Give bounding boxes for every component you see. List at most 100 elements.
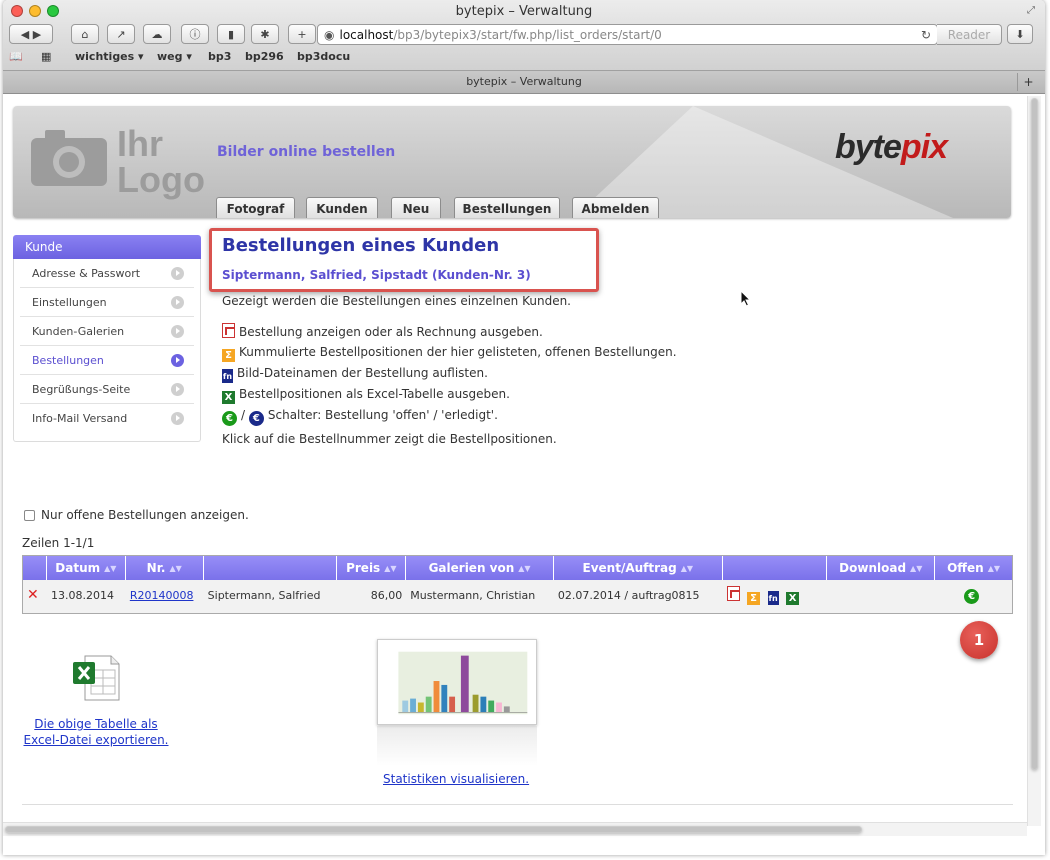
column-label: Nr.: [146, 561, 166, 575]
checkbox[interactable]: [24, 509, 35, 521]
column-header-download[interactable]: Download ▲▼: [827, 556, 936, 581]
sidebar-item-adresse[interactable]: Adresse & Passwort: [20, 259, 194, 288]
statistics-link[interactable]: Statistiken visualisieren.: [383, 772, 529, 786]
legend-fn: fn Bild-Dateinamen der Bestellung auflist…: [222, 366, 488, 383]
euro-open-icon[interactable]: €: [964, 588, 980, 604]
page-title: Bestellungen eines Kunden: [222, 235, 500, 256]
column-header: [204, 556, 338, 580]
column-label: Datum: [55, 561, 101, 575]
sort-icon[interactable]: ▲▼: [910, 557, 922, 581]
statistics-thumbnail[interactable]: [377, 639, 537, 725]
camera-icon: [31, 130, 107, 186]
new-tab-icon[interactable]: +: [1017, 73, 1039, 91]
sort-icon[interactable]: ▲▼: [104, 557, 116, 581]
title-bar: bytepix – Verwaltung ⤢ ◀ ▶ ⌂ ↗ ☁ ⓘ ▮ ✱ +…: [3, 0, 1045, 72]
logo-text: Ihr Logo: [117, 126, 205, 198]
divider: [22, 804, 1013, 805]
column-header: [723, 556, 828, 580]
legend-text: Bestellpositionen als Excel-Tabelle ausg…: [239, 387, 510, 401]
horizontal-scrollbar[interactable]: [3, 822, 1027, 836]
sidebar-item-einstellungen[interactable]: Einstellungen: [20, 288, 194, 317]
delete-icon[interactable]: ✕: [23, 587, 47, 603]
bookmark-item[interactable]: wichtiges ▾: [75, 50, 144, 63]
globe-icon: ◉: [324, 27, 335, 42]
sidebar-item-label: Einstellungen: [32, 296, 107, 309]
cell-event: 02.07.2014 / auftrag0815: [557, 588, 700, 602]
sort-icon[interactable]: ▲▼: [169, 557, 181, 581]
nav-abmelden[interactable]: Abmelden: [572, 197, 659, 218]
address-bar[interactable]: ◉ localhost/bp3/bytepix3/start/fw.php/li…: [317, 24, 938, 45]
sort-icon[interactable]: ▲▼: [518, 557, 530, 581]
column-label: Preis: [346, 561, 381, 575]
column-label: Download: [839, 561, 907, 575]
back-forward-buttons[interactable]: ◀ ▶: [9, 24, 53, 44]
sidebar-item-label: Info-Mail Versand: [32, 412, 128, 425]
column-header: [23, 556, 47, 580]
home-icon[interactable]: ⌂: [71, 24, 99, 44]
column-header-nr[interactable]: Nr. ▲▼: [126, 556, 204, 580]
sort-icon[interactable]: ▲▼: [988, 557, 1000, 581]
order-number-link[interactable]: R20140008: [126, 589, 204, 602]
checkbox-label: Nur offene Bestellungen anzeigen.: [41, 508, 249, 522]
info-icon[interactable]: ⓘ: [181, 24, 209, 44]
sidebar-item-begruessung[interactable]: Begrüßungs-Seite: [20, 375, 194, 404]
legend-text: Kummulierte Bestellpositionen der hier g…: [239, 345, 677, 359]
logo-line-1: Ihr: [117, 123, 164, 164]
sort-icon[interactable]: ▲▼: [384, 557, 396, 581]
export-excel-link[interactable]: Die obige Tabelle als Excel-Datei export…: [21, 716, 171, 748]
legend-text: Bestellung anzeigen oder als Rechnung au…: [239, 325, 543, 339]
column-header-offen[interactable]: Offen ▲▼: [935, 556, 1012, 580]
puzzle-icon[interactable]: ✱: [251, 24, 279, 44]
arrow-right-icon: [171, 354, 184, 367]
nav-neu[interactable]: Neu: [391, 197, 441, 218]
sort-icon[interactable]: ▲▼: [681, 557, 693, 581]
vertical-scrollbar[interactable]: [1027, 96, 1041, 826]
fullscreen-icon[interactable]: ⤢: [1027, 5, 1035, 16]
order-number[interactable]: R20140008: [130, 589, 194, 602]
tab-bar: bytepix – Verwaltung +: [3, 70, 1045, 94]
sidebar-menu: Adresse & Passwort Einstellungen Kunden-…: [13, 259, 201, 442]
add-tab-icon[interactable]: +: [288, 24, 316, 44]
sidebar-item-bestellungen[interactable]: Bestellungen: [20, 346, 194, 375]
legend-click: Klick auf die Bestellnummer zeigt die Be…: [222, 432, 557, 446]
share-icon[interactable]: ↗: [107, 24, 135, 44]
euro-done-icon: €: [248, 411, 264, 426]
bookmark-item[interactable]: bp3docu: [297, 50, 350, 63]
open-orders-filter[interactable]: Nur offene Bestellungen anzeigen.: [24, 508, 249, 522]
nav-kunden[interactable]: Kunden: [306, 197, 378, 218]
url-path: /bp3/bytepix3/start/fw.php/list_orders/s…: [393, 27, 662, 42]
column-header-datum[interactable]: Datum ▲▼: [47, 556, 126, 580]
sidebar-item-galerien[interactable]: Kunden-Galerien: [20, 317, 194, 346]
column-header-preis[interactable]: Preis ▲▼: [337, 556, 407, 581]
reload-icon[interactable]: ↻: [921, 28, 931, 42]
table-row: ✕ 13.08.2014 R20140008 Siptermann, Salfr…: [23, 581, 1012, 609]
column-header-event[interactable]: Event/Auftrag ▲▼: [554, 556, 723, 580]
cloud-icon[interactable]: ☁: [143, 24, 171, 44]
filename-icon[interactable]: fn: [767, 590, 779, 605]
sidebar-item-infomail[interactable]: Info-Mail Versand: [20, 404, 194, 433]
pdf-icon[interactable]: [726, 585, 740, 601]
sigma-icon[interactable]: Σ: [747, 591, 761, 605]
bookmark-item[interactable]: weg ▾: [157, 50, 192, 63]
browser-window: bytepix – Verwaltung ⤢ ◀ ▶ ⌂ ↗ ☁ ⓘ ▮ ✱ +…: [3, 0, 1045, 855]
excel-icon[interactable]: X: [786, 591, 800, 605]
scrollbar-thumb[interactable]: [5, 826, 862, 833]
rows-info: Zeilen 1-1/1: [22, 536, 95, 550]
nav-fotograf[interactable]: Fotograf: [216, 197, 295, 218]
cell-offen: €: [935, 587, 1012, 604]
brand-logo: bytepix: [835, 128, 948, 167]
reader-button[interactable]: Reader: [937, 24, 1002, 45]
bookmark-item[interactable]: bp296: [245, 50, 284, 63]
bookmarks-icon[interactable]: 📖: [9, 50, 23, 63]
cell-actions: Σ fn X: [723, 585, 828, 605]
nav-bestellungen[interactable]: Bestellungen: [454, 197, 560, 218]
tab-title[interactable]: bytepix – Verwaltung: [466, 75, 582, 88]
arrow-right-icon: [171, 412, 184, 425]
scrollbar-thumb[interactable]: [1031, 98, 1038, 770]
top-sites-icon[interactable]: ▦: [41, 50, 51, 63]
bookmark-item[interactable]: bp3: [208, 50, 231, 63]
extension-icon[interactable]: ▮: [217, 24, 245, 44]
column-header-galerien[interactable]: Galerien von ▲▼: [406, 556, 554, 580]
excel-file-icon[interactable]: [71, 654, 121, 702]
download-icon[interactable]: ⬇: [1007, 24, 1033, 44]
